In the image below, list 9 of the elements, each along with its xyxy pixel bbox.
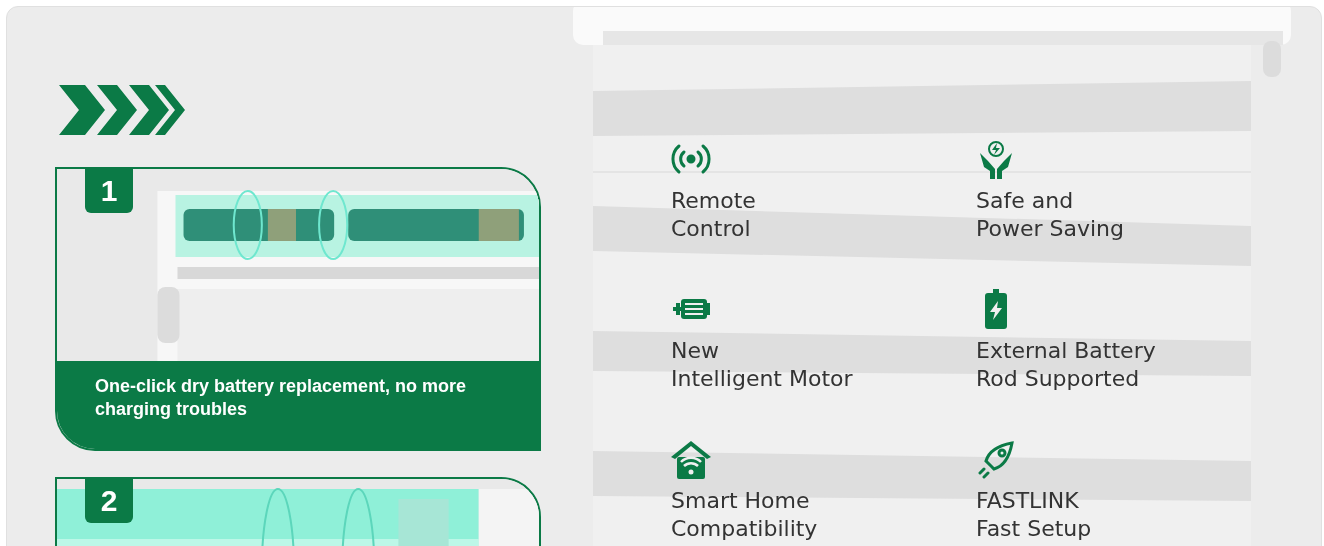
step-caption: One-click dry battery replacement, no more charging troubles [95,375,468,421]
step-number: 2 [85,479,133,523]
feature-label: FASTLINK Fast Setup [976,487,1092,543]
feature-label: Safe and Power Saving [976,187,1124,243]
step-number: 1 [85,169,133,213]
feature-label: Remote Control [671,187,756,243]
feature-label: External Battery Rod Supported [976,337,1156,393]
feature-label: New Intelligent Motor [671,337,853,393]
feature-label: Smart Home Compatibility [671,487,818,543]
